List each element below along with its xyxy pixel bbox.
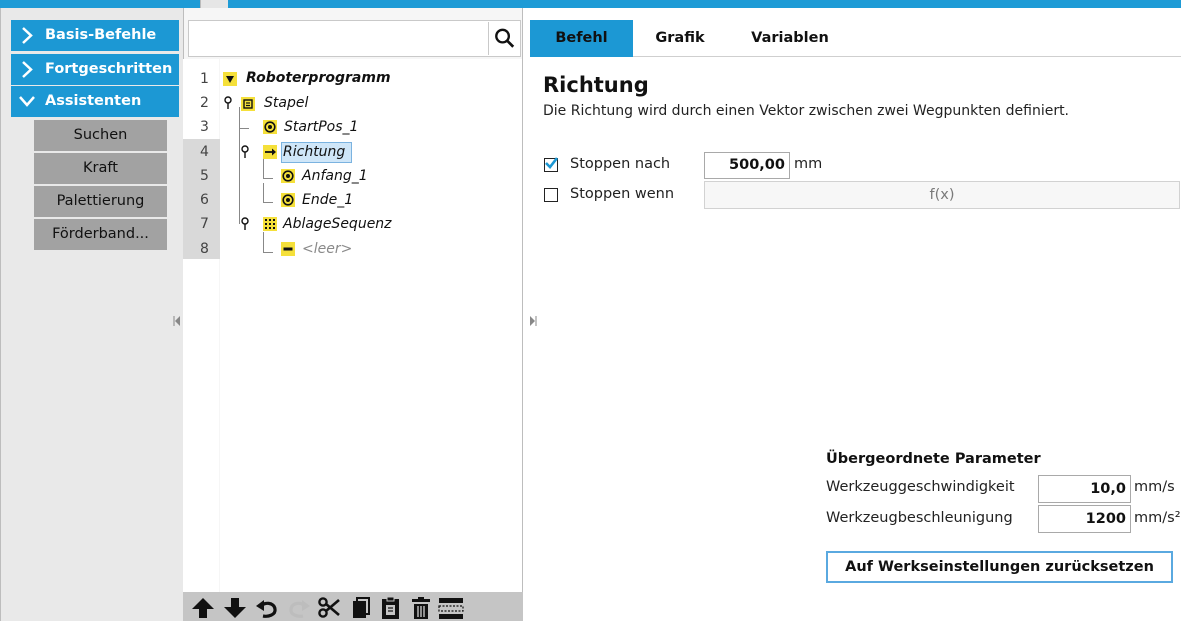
tree-node-anfang[interactable]: Anfang_1 <box>302 168 368 184</box>
top-accent-bar <box>0 0 1181 8</box>
search-icon[interactable] <box>488 22 520 55</box>
nav-item-palettierung[interactable]: Palettierung <box>34 186 167 217</box>
line-number: 1 <box>200 71 209 87</box>
line-number: 5 <box>200 168 209 184</box>
tree-node-ablagesequenz[interactable]: AblageSequenz <box>283 216 392 232</box>
tree-node-ende[interactable]: Ende_1 <box>302 192 353 208</box>
tree-search-input[interactable] <box>188 20 521 57</box>
expand-pin-icon[interactable] <box>223 96 233 110</box>
nav-category-basis-befehle[interactable]: Basis-Befehle <box>11 20 179 51</box>
stop-when-checkbox[interactable] <box>544 188 558 202</box>
tool-acceleration-field[interactable]: 1200 <box>1038 505 1131 533</box>
stop-after-distance-field[interactable]: 500,00 <box>704 152 790 179</box>
tree-connector <box>263 232 273 253</box>
parent-parameters-heading: Übergeordnete Parameter <box>826 451 1041 467</box>
cut-icon[interactable] <box>316 596 342 620</box>
program-tree <box>220 59 522 592</box>
stop-after-unit: mm <box>794 156 823 172</box>
collapse-left-icon[interactable] <box>172 314 182 328</box>
checkmark-icon <box>545 157 558 169</box>
line-number: 2 <box>200 95 209 111</box>
page-title: Richtung <box>543 73 649 97</box>
nav-category-label: Basis-Befehle <box>45 27 157 43</box>
delete-icon[interactable] <box>408 596 434 620</box>
move-up-icon[interactable] <box>190 596 216 620</box>
collapse-right-icon[interactable] <box>528 314 538 328</box>
tree-connector <box>263 183 273 203</box>
line-number: 6 <box>200 192 209 208</box>
tool-speed-unit: mm/s <box>1134 479 1175 495</box>
stop-after-checkbox[interactable] <box>544 157 558 172</box>
chevron-right-icon <box>22 27 33 44</box>
reset-defaults-button[interactable]: Auf Werkseinstellungen zurücksetzen <box>826 551 1173 583</box>
page-description: Die Richtung wird durch einen Vektor zwi… <box>543 103 1070 119</box>
tree-connector <box>239 128 240 224</box>
stop-when-label: Stoppen wenn <box>570 186 675 202</box>
nav-category-assistenten[interactable]: Assistenten <box>11 86 179 117</box>
redo-icon[interactable] <box>286 596 312 620</box>
nav-item-kraft[interactable]: Kraft <box>34 153 167 184</box>
line-number: 3 <box>200 119 209 135</box>
tree-node-richtung[interactable]: Richtung <box>283 144 345 160</box>
direction-arrow-icon <box>263 145 277 159</box>
nav-category-label: Fortgeschritten <box>45 61 173 77</box>
waypoint-icon <box>281 193 295 207</box>
sequence-icon <box>263 217 277 231</box>
tab-befehl[interactable]: Befehl <box>530 20 633 57</box>
nav-item-suchen[interactable]: Suchen <box>34 120 167 151</box>
tree-node-startpos[interactable]: StartPos_1 <box>284 119 358 135</box>
waypoint-icon <box>263 120 277 134</box>
tool-acceleration-unit: mm/s² <box>1134 510 1181 526</box>
expand-pin-icon[interactable] <box>240 145 250 159</box>
tool-acceleration-label: Werkzeugbeschleunigung <box>826 510 1013 526</box>
line-number: 7 <box>200 216 209 232</box>
chevron-down-icon <box>19 96 35 107</box>
suppress-icon[interactable] <box>438 596 464 620</box>
expand-pin-icon[interactable] <box>240 217 250 231</box>
chevron-right-icon <box>22 61 33 78</box>
program-icon <box>223 72 237 86</box>
top-tab-stub[interactable] <box>200 0 228 8</box>
line-number: 8 <box>200 241 209 257</box>
tree-node-empty[interactable]: <leer> <box>302 241 352 257</box>
tab-variablen[interactable]: Variablen <box>735 20 845 57</box>
waypoint-icon <box>281 169 295 183</box>
stop-after-label: Stoppen nach <box>570 156 671 172</box>
copy-icon[interactable] <box>348 596 374 620</box>
tree-connector <box>263 159 273 179</box>
undo-icon[interactable] <box>254 596 280 620</box>
tree-node-roboterprogramm[interactable]: Roboterprogramm <box>246 70 391 86</box>
paste-icon[interactable] <box>378 596 404 620</box>
nav-item-foerderband[interactable]: Förderband... <box>34 219 167 250</box>
line-number: 4 <box>200 144 209 160</box>
move-down-icon[interactable] <box>222 596 248 620</box>
stop-when-expression-field[interactable]: f(x) <box>704 181 1180 209</box>
stack-icon <box>241 97 255 111</box>
tool-speed-label: Werkzeuggeschwindigkeit <box>826 479 1015 495</box>
tree-node-stapel[interactable]: Stapel <box>264 95 308 111</box>
tab-grafik[interactable]: Grafik <box>640 20 720 57</box>
tool-speed-field[interactable]: 10,0 <box>1038 475 1131 503</box>
nav-category-label: Assistenten <box>45 93 142 109</box>
empty-icon <box>281 242 295 256</box>
nav-category-fortgeschritten[interactable]: Fortgeschritten <box>11 54 179 85</box>
